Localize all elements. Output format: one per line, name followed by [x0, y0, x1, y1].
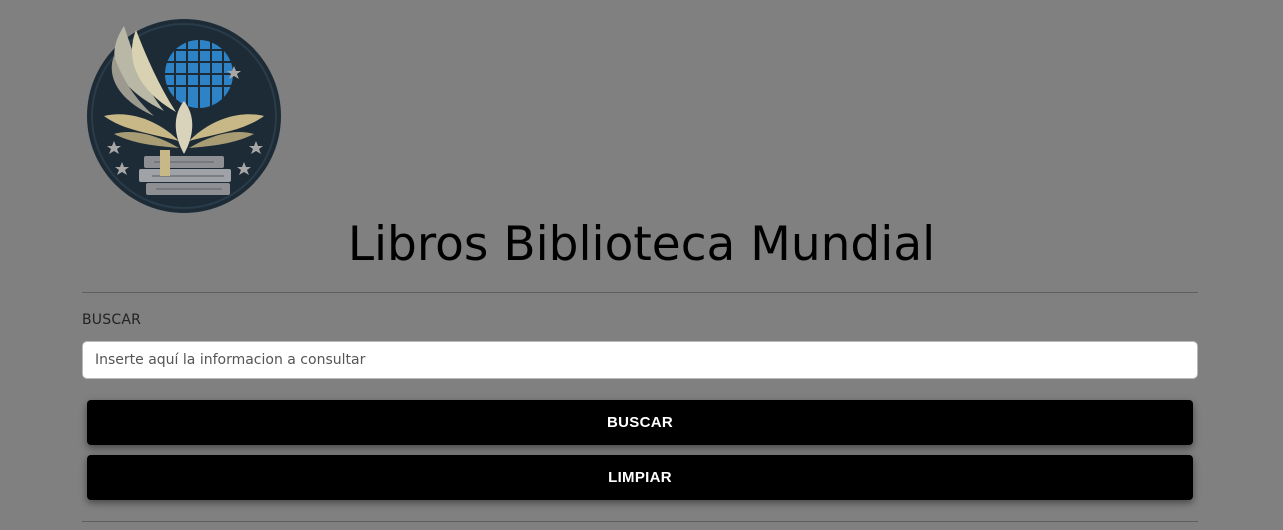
- library-globe-book-logo-icon: [87, 19, 281, 213]
- page: Libros Biblioteca Mundial BUSCAR BUSCAR …: [0, 0, 1283, 530]
- search-label: BUSCAR: [82, 312, 142, 328]
- clear-button[interactable]: LIMPIAR: [87, 455, 1193, 500]
- top-divider: [82, 292, 1198, 293]
- search-button[interactable]: BUSCAR: [87, 400, 1193, 445]
- search-input[interactable]: [82, 341, 1198, 379]
- page-title: Libros Biblioteca Mundial: [347, 217, 936, 272]
- bottom-divider: [82, 521, 1198, 522]
- library-logo: [84, 16, 284, 216]
